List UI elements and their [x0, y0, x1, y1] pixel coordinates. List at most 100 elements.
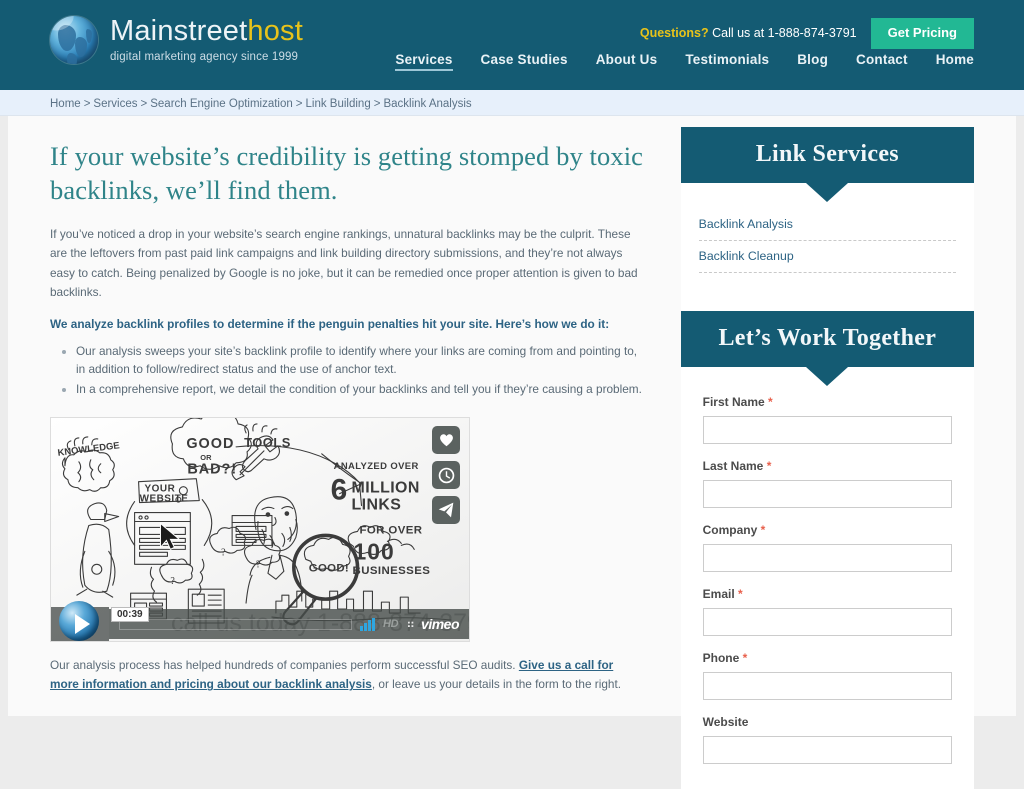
- breadcrumb-item-link-building[interactable]: Link Building: [306, 98, 371, 110]
- link-services-title: Link Services: [680, 127, 974, 183]
- nav-item-services[interactable]: Services: [395, 52, 453, 71]
- link-services-list: Backlink Analysis Backlink Cleanup: [698, 209, 956, 273]
- video-action-icons: [432, 426, 460, 525]
- vimeo-logo[interactable]: vimeo: [421, 616, 459, 632]
- label-links: LINKS: [352, 497, 402, 514]
- required-marker: *: [738, 587, 743, 601]
- video-scrubber[interactable]: [119, 618, 353, 630]
- company-label: Company *: [703, 523, 952, 537]
- heart-icon[interactable]: [432, 426, 460, 455]
- contact-form: First Name * Last Name * Company * Email…: [680, 367, 974, 789]
- video-control-bar: HD ⠶ vimeo 00:39: [51, 601, 469, 642]
- svg-text:?: ?: [170, 576, 174, 587]
- company-input[interactable]: [702, 544, 952, 572]
- contact-form-title: Let’s Work Together: [680, 311, 974, 367]
- first-name-input[interactable]: [702, 416, 952, 444]
- breadcrumb-separator: >: [140, 97, 148, 110]
- phone-input[interactable]: [702, 672, 952, 700]
- header-utility-row: Questions? Call us at 1-888-874-3791 Get…: [640, 18, 974, 49]
- label-hundred: 100: [354, 539, 395, 565]
- get-pricing-button[interactable]: Get Pricing: [870, 18, 974, 49]
- last-name-field-group: Last Name *: [702, 459, 952, 508]
- email-input[interactable]: [702, 608, 952, 636]
- main-content: If your website’s credibility is getting…: [50, 116, 645, 789]
- required-marker: *: [760, 523, 766, 537]
- sidebar-item-backlink-cleanup[interactable]: Backlink Cleanup: [699, 241, 956, 272]
- nav-item-home[interactable]: Home: [936, 52, 974, 71]
- questions-label: Questions?: [639, 26, 709, 41]
- play-button[interactable]: [51, 601, 109, 642]
- list-item: Backlink Cleanup: [698, 241, 956, 273]
- site-header: Mainstreethost digital marketing agency …: [0, 0, 1024, 90]
- link-services-panel: Link Services Backlink Analysis Backlink…: [680, 127, 974, 311]
- label-for-over: FOR OVER: [360, 525, 423, 537]
- label-million: MILLION: [352, 480, 420, 497]
- first-name-label-text: First Name: [702, 395, 765, 409]
- contact-form-panel: Let’s Work Together First Name * Last Na…: [680, 311, 974, 789]
- clock-icon[interactable]: [432, 461, 460, 490]
- nav-item-case-studies[interactable]: Case Studies: [481, 52, 568, 71]
- first-name-label: First Name *: [703, 395, 952, 409]
- last-name-input[interactable]: [702, 480, 952, 508]
- website-label: Website: [702, 715, 749, 729]
- closing-text-before: Our analysis process has helped hundreds…: [50, 658, 519, 673]
- list-item: In a comprehensive report, we detail the…: [76, 380, 645, 399]
- label-tools: TOOLS: [244, 435, 291, 450]
- globe-icon: [50, 16, 98, 64]
- label-good: GOOD: [186, 436, 234, 452]
- svg-text:?: ?: [221, 548, 225, 559]
- required-marker: *: [768, 395, 773, 409]
- sidebar: Link Services Backlink Analysis Backlink…: [680, 116, 974, 789]
- share-icon[interactable]: [432, 496, 460, 525]
- closing-paragraph: Our analysis process has helped hundreds…: [50, 656, 645, 694]
- breadcrumb-separator: >: [295, 97, 303, 110]
- label-bad: BAD?!: [187, 462, 237, 478]
- label-or: OR: [200, 453, 212, 462]
- lead-statement: We analyze backlink profiles to determin…: [50, 316, 610, 331]
- video-timecode: 00:39: [111, 607, 149, 623]
- list-item: Our analysis sweeps your site’s backlink…: [76, 342, 645, 380]
- company-field-group: Company *: [702, 523, 952, 572]
- panel-spacer: [698, 273, 956, 297]
- intro-paragraph: If you’ve noticed a drop in your website…: [50, 227, 638, 299]
- breadcrumb-item-seo[interactable]: Search Engine Optimization: [150, 98, 293, 110]
- logo-word-host: host: [247, 15, 304, 47]
- required-marker: *: [742, 651, 748, 665]
- email-field-group: Email *: [702, 587, 952, 636]
- link-services-body: Backlink Analysis Backlink Cleanup: [680, 183, 974, 311]
- hd-badge[interactable]: HD: [383, 618, 399, 630]
- phone-field-group: Phone *: [702, 651, 952, 700]
- email-label-text: Email: [702, 587, 735, 601]
- process-list: Our analysis sweeps your site’s backlink…: [50, 342, 645, 400]
- phone-label: Phone *: [703, 651, 952, 665]
- label-businesses: BUSINESSES: [353, 565, 431, 577]
- list-item: Backlink Analysis: [698, 209, 956, 241]
- phone-text: Call us at 1-888-874-3791: [712, 26, 857, 41]
- nav-item-contact[interactable]: Contact: [856, 52, 908, 71]
- sidebar-item-backlink-analysis[interactable]: Backlink Analysis: [699, 209, 956, 240]
- nav-item-about-us[interactable]: About Us: [596, 52, 658, 71]
- website-field-group: Website: [702, 715, 952, 764]
- company-label-text: Company: [702, 523, 758, 537]
- volume-icon[interactable]: [360, 617, 375, 631]
- main-navigation: Services Case Studies About Us Testimoni…: [395, 52, 974, 71]
- logo-tagline: digital marketing agency since 1999: [110, 51, 299, 63]
- breadcrumb-item-home[interactable]: Home: [50, 98, 81, 110]
- phone-callout: Questions? Call us at 1-888-874-3791: [640, 26, 857, 40]
- site-logo[interactable]: Mainstreethost digital marketing agency …: [50, 16, 303, 64]
- breadcrumb-separator: >: [373, 97, 381, 110]
- breadcrumb-separator: >: [83, 97, 91, 110]
- website-input[interactable]: [702, 736, 952, 764]
- nav-item-blog[interactable]: Blog: [797, 52, 828, 71]
- page-wrapper: If your website’s credibility is getting…: [0, 116, 1024, 789]
- label-analyzed-over: ANALYZED OVER: [334, 461, 419, 472]
- breadcrumb-item-current: Backlink Analysis: [383, 97, 472, 110]
- first-name-field-group: First Name *: [702, 395, 952, 444]
- fullscreen-icon[interactable]: ⠶: [406, 617, 415, 631]
- nav-item-testimonials[interactable]: Testimonials: [685, 52, 769, 71]
- video-player[interactable]: ? ? ? KNOWLEDGE GOOD OR BAD?! TOOLS YOUR…: [50, 417, 470, 643]
- label-website: WEBSITE: [140, 494, 189, 505]
- last-name-label-text: Last Name: [702, 459, 764, 473]
- breadcrumb-item-services[interactable]: Services: [93, 98, 137, 110]
- video-bar-right: HD ⠶ vimeo: [109, 609, 469, 640]
